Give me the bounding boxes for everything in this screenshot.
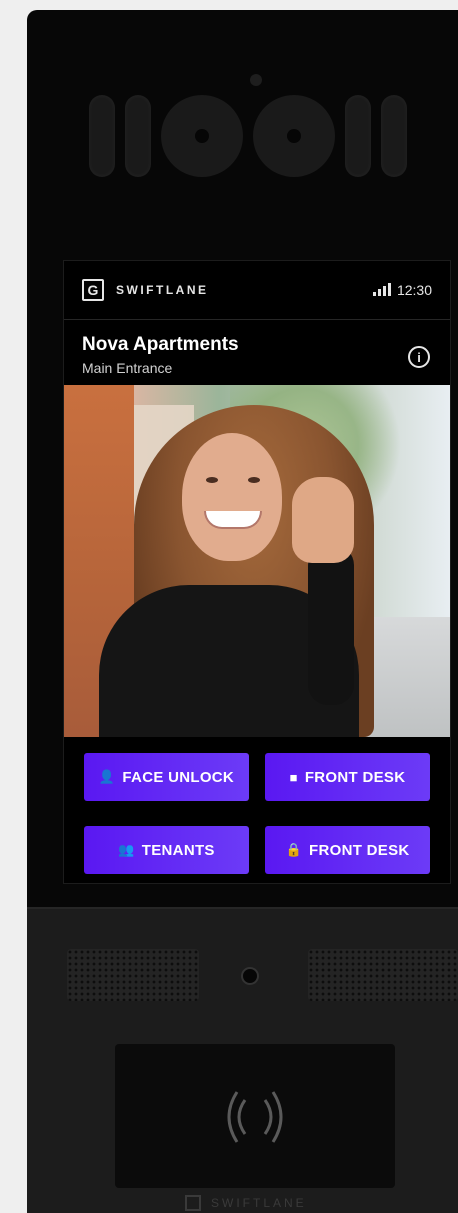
- camera-sensor-array: [89, 92, 419, 180]
- signal-icon: [372, 283, 391, 296]
- swiftlane-logo-icon: G: [82, 279, 104, 301]
- speaker-grille: [67, 949, 199, 1001]
- button-label: FACE UNLOCK: [122, 768, 235, 786]
- front-desk-unlock-button[interactable]: 🔒 FRONT DESK: [265, 826, 430, 874]
- nfc-icon: [227, 1091, 283, 1143]
- sensor-pill: [381, 95, 407, 177]
- person-arm: [308, 545, 354, 705]
- person-face: [182, 433, 282, 561]
- sensor-pill: [345, 95, 371, 177]
- tenants-button[interactable]: 👥 TENANTS: [84, 826, 249, 874]
- clock: 12:30: [396, 282, 432, 298]
- person-eye: [206, 477, 218, 483]
- hardware-panel: SWIFTLANE: [27, 907, 458, 1213]
- bottom-brand: SWIFTLANE: [185, 1195, 307, 1211]
- sensor-pill: [125, 95, 151, 177]
- top-sensor-dot: [250, 74, 262, 86]
- button-label: FRONT DESK: [304, 768, 406, 786]
- touch-screen: G SWIFTLANE 12:30 Nova Apartments Main E…: [63, 260, 451, 884]
- intercom-device: G SWIFTLANE 12:30 Nova Apartments Main E…: [27, 10, 458, 1213]
- info-icon[interactable]: i: [408, 346, 430, 368]
- location-header: Nova Apartments Main Entrance i: [64, 320, 450, 384]
- location-title: Nova Apartments: [82, 334, 239, 355]
- swiftlane-logo-icon: [185, 1195, 201, 1211]
- brand-name: SWIFTLANE: [116, 283, 209, 297]
- camera-lens: [253, 95, 335, 177]
- nfc-reader[interactable]: [115, 1044, 395, 1188]
- person-smile: [204, 511, 262, 529]
- person-icon: 👤: [98, 769, 116, 784]
- button-label: TENANTS: [141, 841, 215, 859]
- video-icon: ■: [289, 769, 298, 785]
- status-bar: G SWIFTLANE 12:30: [64, 261, 450, 320]
- person-eye: [248, 477, 260, 483]
- lock-icon: 🔒: [285, 842, 302, 857]
- waving-hand: [292, 477, 354, 563]
- sensor-pill: [89, 95, 115, 177]
- face-unlock-button[interactable]: 👤 FACE UNLOCK: [84, 753, 249, 801]
- status-right: 12:30: [372, 282, 432, 298]
- group-icon: 👥: [118, 842, 135, 857]
- camera-preview: [64, 385, 450, 737]
- bottom-brand-name: SWIFTLANE: [211, 1196, 307, 1210]
- button-label: FRONT DESK: [309, 841, 410, 859]
- camera-lens: [161, 95, 243, 177]
- microphone-icon: [241, 967, 259, 985]
- speaker-grille: [308, 949, 458, 1001]
- location-subtitle: Main Entrance: [82, 360, 173, 376]
- brand: G SWIFTLANE: [82, 279, 209, 301]
- action-grid: 👤 FACE UNLOCK ■ FRONT DESK 👥 TENANTS 🔒 F…: [64, 737, 450, 883]
- front-desk-video-button[interactable]: ■ FRONT DESK: [265, 753, 430, 801]
